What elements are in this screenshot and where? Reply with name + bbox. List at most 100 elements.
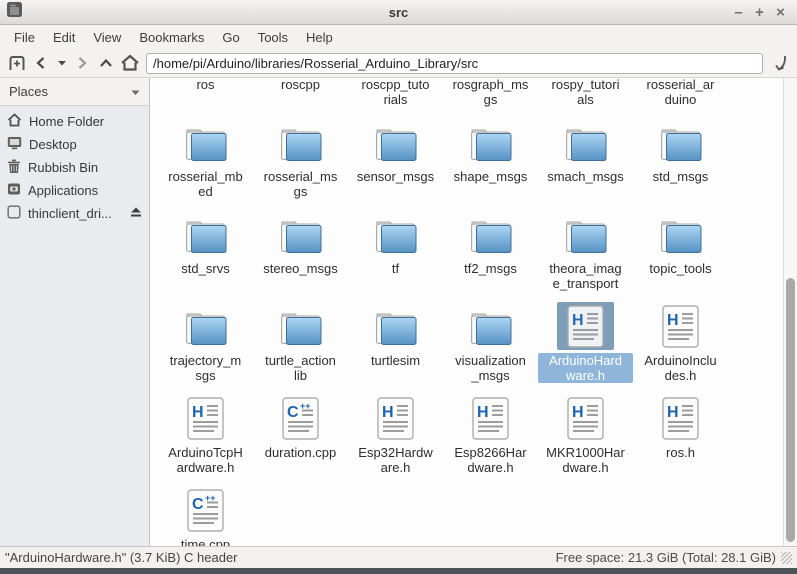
folder-item[interactable]: trajectory_m sgs: [158, 300, 253, 392]
scrollbar-thumb[interactable]: [786, 278, 795, 542]
folder-item[interactable]: turtle_action lib: [253, 300, 348, 392]
folder-item[interactable]: std_msgs: [633, 116, 728, 208]
sidebar-item-label: thinclient_dri...: [28, 206, 112, 221]
up-button[interactable]: [94, 52, 118, 75]
folder-icon: [458, 210, 524, 258]
file-item[interactable]: H Esp32Hardw are.h: [348, 392, 443, 484]
folder-item[interactable]: rospy_tutori als: [538, 78, 633, 116]
history-dropdown-button[interactable]: [53, 52, 70, 75]
home-icon: [120, 54, 140, 72]
menu-tools[interactable]: Tools: [253, 28, 293, 47]
window-body: Places Home Folder: [0, 78, 797, 546]
sidebar-item-label: Rubbish Bin: [28, 160, 98, 175]
item-label: roscpp_tuto rials: [360, 78, 432, 107]
resize-grip[interactable]: [781, 552, 792, 564]
file-item[interactable]: H MKR1000Har dware.h: [538, 392, 633, 484]
menu-file[interactable]: File: [9, 28, 40, 47]
vertical-scrollbar[interactable]: [783, 78, 797, 546]
maximize-button[interactable]: +: [751, 4, 768, 21]
toolbar: [0, 49, 797, 78]
item-label: smach_msgs: [545, 169, 626, 184]
item-label: std_msgs: [651, 169, 711, 184]
folder-glyph: [468, 306, 514, 347]
forward-button[interactable]: [70, 52, 94, 75]
sidebar-item-applications[interactable]: Applications: [0, 179, 149, 202]
file-icon: H: [177, 394, 234, 442]
close-button[interactable]: ×: [772, 4, 789, 21]
sidebar-item-home[interactable]: Home Folder: [0, 110, 149, 133]
item-label: rosgraph_ms gs: [451, 78, 531, 107]
file-item[interactable]: C ++ duration.cpp: [253, 392, 348, 484]
folder-item[interactable]: roscpp_tuto rials: [348, 78, 443, 116]
file-glyph: H: [472, 397, 509, 440]
item-label: rosserial_ar duino: [645, 78, 717, 107]
menu-view[interactable]: View: [88, 28, 126, 47]
folder-icon: [268, 210, 334, 258]
file-icon: C ++: [272, 394, 329, 442]
menu-edit[interactable]: Edit: [48, 28, 80, 47]
folder-item[interactable]: visualization _msgs: [443, 300, 538, 392]
folder-item[interactable]: rosserial_ms gs: [253, 116, 348, 208]
folder-item[interactable]: ros: [158, 78, 253, 116]
folder-item[interactable]: topic_tools: [633, 208, 728, 300]
folder-item[interactable]: rosserial_mb ed: [158, 116, 253, 208]
folder-glyph: [373, 214, 419, 255]
svg-text:H: H: [382, 404, 394, 421]
item-label: rospy_tutori als: [550, 78, 622, 107]
new-tab-button[interactable]: [5, 52, 29, 75]
folder-item[interactable]: sensor_msgs: [348, 116, 443, 208]
folder-item[interactable]: rosserial_ar duino: [633, 78, 728, 116]
file-glyph: H: [377, 397, 414, 440]
status-free-space: Free space: 21.3 GiB (Total: 28.1 GiB): [556, 550, 776, 565]
folder-icon: [173, 210, 239, 258]
sidebar-mode-selector[interactable]: Places: [0, 78, 149, 105]
menu-go[interactable]: Go: [217, 28, 244, 47]
places-list: Home Folder Desktop: [0, 105, 149, 546]
home-button[interactable]: [118, 52, 142, 75]
item-label: theora_imag e_transport: [547, 261, 623, 291]
item-label: Esp32Hardw are.h: [356, 445, 434, 475]
item-label: rosserial_ms gs: [262, 169, 340, 199]
go-button[interactable]: [768, 52, 792, 75]
folder-item[interactable]: rosgraph_ms gs: [443, 78, 538, 116]
folder-glyph: [468, 214, 514, 255]
folder-icon: [363, 210, 429, 258]
file-item[interactable]: H ArduinoInclu des.h: [633, 300, 728, 392]
folder-item[interactable]: std_srvs: [158, 208, 253, 300]
item-label: ros: [194, 78, 216, 92]
sidebar-item-label: Home Folder: [29, 114, 104, 129]
file-glyph: H: [567, 397, 604, 440]
sidebar-item-desktop[interactable]: Desktop: [0, 133, 149, 156]
back-button[interactable]: [29, 52, 53, 75]
minimize-button[interactable]: –: [730, 4, 747, 21]
file-item[interactable]: H ros.h: [633, 392, 728, 484]
folder-item[interactable]: tf2_msgs: [443, 208, 538, 300]
folder-glyph: [183, 122, 229, 163]
chevron-left-icon: [33, 55, 49, 71]
file-item[interactable]: H ArduinoHard ware.h: [538, 300, 633, 392]
file-item[interactable]: H ArduinoTcpH ardware.h: [158, 392, 253, 484]
folder-item[interactable]: turtlesim: [348, 300, 443, 392]
file-item[interactable]: C ++ time.cpp: [158, 484, 253, 546]
file-icon: H: [652, 302, 709, 350]
path-input[interactable]: [146, 53, 763, 74]
folder-item[interactable]: stereo_msgs: [253, 208, 348, 300]
eject-icon[interactable]: [130, 206, 142, 221]
folder-icon: [173, 118, 239, 166]
folder-item[interactable]: smach_msgs: [538, 116, 633, 208]
icon-view[interactable]: ros roscpp roscpp_tuto rials rosgraph_ms…: [150, 78, 783, 546]
folder-icon: [648, 118, 714, 166]
folder-item[interactable]: shape_msgs: [443, 116, 538, 208]
menu-bookmarks[interactable]: Bookmarks: [134, 28, 209, 47]
menu-help[interactable]: Help: [301, 28, 338, 47]
folder-item[interactable]: roscpp: [253, 78, 348, 116]
svg-text:H: H: [667, 312, 679, 329]
sidebar-item-thinclient-drives[interactable]: thinclient_dri...: [0, 202, 149, 225]
file-item[interactable]: H Esp8266Har dware.h: [443, 392, 538, 484]
trash-icon: [7, 159, 21, 177]
jump-down-arrow-icon: [772, 54, 789, 73]
folder-item[interactable]: theora_imag e_transport: [538, 208, 633, 300]
folder-glyph: [183, 306, 229, 347]
folder-item[interactable]: tf: [348, 208, 443, 300]
sidebar-item-rubbish-bin[interactable]: Rubbish Bin: [0, 156, 149, 179]
